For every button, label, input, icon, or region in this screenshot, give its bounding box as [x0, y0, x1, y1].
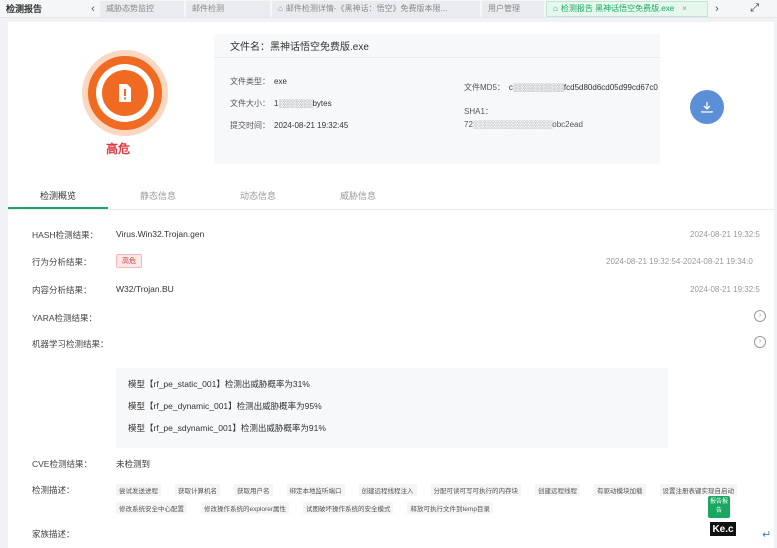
- detail-tabs: 检测概览 静态信息 动态信息 威胁信息: [8, 184, 774, 210]
- ml-model-line: 模型【rf_pe_static_001】检测出威胁概率为31%: [128, 379, 310, 389]
- yara-result-label: YARA检测结果：: [32, 313, 98, 323]
- tab-detect-report[interactable]: ⌂ 检测报告 黑神话悟空免费版.exe ×: [546, 0, 708, 17]
- tab-label: 邮件检测详情-《黑神话：悟空》免费版本限...: [285, 4, 448, 13]
- hash-result-label: HASH检测结果：: [32, 230, 99, 240]
- expand-icon[interactable]: ›: [754, 336, 766, 348]
- file-md5: 文件MD5： c░░░░░░░░░fcd5d80d6cd05d99cd67c0: [464, 82, 658, 93]
- tag-icon: ⌂: [278, 4, 283, 13]
- tab-dynamic-info[interactable]: 动态信息: [208, 184, 308, 209]
- behavior-result-time: 2024-08-21 19:32:54-2024-08-21 19:34:0: [606, 257, 753, 266]
- md5-label: 文件MD5：: [464, 83, 505, 92]
- behavior-tag: 试图破坏操作系统的安全模式: [302, 502, 394, 514]
- fullscreen-icon[interactable]: ⤢: [750, 2, 759, 15]
- return-icon[interactable]: ↵: [762, 528, 771, 541]
- tab-label: 检测报告 黑神话悟空免费版.exe: [560, 4, 675, 13]
- behavior-tag: 有驱动模块加载: [594, 484, 646, 496]
- behavior-tag: 创建远程线程注入: [358, 484, 417, 496]
- tab-label: 邮件检测: [192, 4, 224, 13]
- content-result-label: 内容分析结果：: [32, 285, 92, 295]
- submit-time-label: 提交时间：: [230, 121, 270, 130]
- top-tab-bar: 检测报告 ‹ 威胁态势监控 邮件检测 ⌂ 邮件检测详情-《黑神话：悟空》免费版本限…: [0, 0, 777, 18]
- file-size-value: 1░░░░░░bytes: [274, 99, 332, 108]
- download-icon: [701, 102, 713, 113]
- file-type-value: exe: [274, 77, 287, 86]
- download-button[interactable]: [690, 90, 724, 124]
- app-title: 检测报告: [6, 4, 43, 14]
- behavior-tag: 尝试发送进程: [116, 484, 161, 496]
- risk-badge: 高危: [116, 254, 142, 268]
- file-name-row: 文件名： 黑神话悟空免费版.exe: [214, 34, 660, 58]
- behavior-result-label: 行为分析结果：: [32, 257, 92, 267]
- file-summary: 高危 文件名： 黑神话悟空免费版.exe 文件类型： exe 文件大小： 1░░░░…: [8, 22, 774, 174]
- tab-overview[interactable]: 检测概览: [8, 184, 108, 209]
- tab-mail-detect[interactable]: 邮件检测: [186, 0, 270, 17]
- ml-result-box: 模型【rf_pe_static_001】检测出威胁概率为31% 模型【rf_pe…: [116, 368, 668, 448]
- behavior-tag: 修改系统安全中心配置: [116, 502, 187, 514]
- report-button[interactable]: 报告报告: [708, 496, 730, 518]
- file-name-label: 文件名：: [230, 42, 270, 53]
- tab-scroll-left-icon[interactable]: ‹: [86, 0, 100, 18]
- behavior-tag: 获取用户名: [234, 484, 273, 496]
- behavior-tag: 分配可读可写可执行的内存块: [430, 484, 521, 496]
- file-sha1-label: SHA1：: [464, 107, 493, 116]
- file-name: 黑神话悟空免费版.exe: [270, 42, 369, 53]
- tab-user-mgmt[interactable]: 用户管理: [482, 0, 544, 17]
- behavior-tag-list: 尝试发送进程 获取计算机名 获取用户名 绑定本地监听端口 创建远程线程注入 分配…: [116, 484, 756, 514]
- behavior-tag: 设置注册表键实现自启动: [659, 484, 737, 496]
- submit-time-value: 2024-08-21 19:32:45: [274, 121, 349, 130]
- ml-model-line: 模型【rf_pe_dynamic_001】检测出威胁概率为95%: [128, 401, 322, 411]
- behavior-tag: 绑定本地监听端口: [286, 484, 345, 496]
- tab-scroll-right-icon[interactable]: ›: [710, 0, 724, 18]
- close-icon[interactable]: ×: [682, 4, 687, 13]
- behavior-tag: 释放可执行文件到temp目录: [407, 502, 493, 514]
- behavior-desc-label: 检测描述：: [32, 485, 75, 495]
- tag-icon: ⌂: [553, 4, 558, 13]
- file-type-label: 文件类型：: [230, 77, 270, 86]
- ml-result-label: 机器学习检测结果：: [32, 339, 109, 349]
- file-size: 文件大小： 1░░░░░░bytes: [230, 98, 332, 109]
- tab-mail-detail[interactable]: ⌂ 邮件检测详情-《黑神话：悟空》免费版本限...: [272, 0, 480, 17]
- ml-model-line: 模型【rf_pe_sdynamic_001】检测出威胁概率为91%: [128, 423, 326, 433]
- behavior-result-value: 高危: [116, 254, 142, 268]
- md5-value: c░░░░░░░░░fcd5d80d6cd05d99cd67c0: [508, 83, 658, 92]
- tab-label: 威胁态势监控: [106, 4, 154, 13]
- file-info-panel: 文件名： 黑神话悟空免费版.exe 文件类型： exe 文件大小： 1░░░░░░b…: [214, 34, 660, 164]
- behavior-tag: 获取计算机名: [175, 484, 220, 496]
- content-result-value: W32/Trojan.BU: [116, 284, 174, 294]
- cve-result-value: 未检测到: [116, 459, 151, 469]
- cve-result-label: CVE检测结果：: [32, 459, 92, 469]
- file-sha1-value: 72░░░░░░░░░░░░░░obc2ead: [464, 120, 583, 129]
- tab-threat-info[interactable]: 威胁信息: [308, 184, 408, 209]
- floating-logo: Ke.c: [710, 522, 736, 536]
- risk-level-label: 高危: [106, 142, 131, 156]
- behavior-tag: 修改操作系统的explorer属性: [201, 502, 289, 514]
- hash-result-value: Virus.Win32.Trojan.gen: [116, 229, 205, 239]
- file-alert-icon: [102, 70, 148, 116]
- tab-label: 用户管理: [488, 4, 520, 13]
- behavior-tag: 创建远程线程: [535, 484, 580, 496]
- content-result-time: 2024-08-21 19:32:5: [690, 285, 760, 294]
- file-type: 文件类型： exe: [230, 76, 287, 87]
- family-desc-label: 家族描述：: [32, 529, 75, 539]
- report-page: 高危 文件名： 黑神话悟空免费版.exe 文件类型： exe 文件大小： 1░░░░…: [8, 22, 774, 548]
- risk-level-icon: [82, 50, 168, 136]
- file-size-label: 文件大小：: [230, 99, 270, 108]
- tab-static-info[interactable]: 静态信息: [108, 184, 208, 209]
- tab-threat-monitor[interactable]: 威胁态势监控: [100, 0, 184, 17]
- expand-icon[interactable]: ›: [754, 310, 766, 322]
- submit-time: 提交时间： 2024-08-21 19:32:45: [230, 120, 348, 131]
- hash-result-time: 2024-08-21 19:32:5: [690, 230, 760, 239]
